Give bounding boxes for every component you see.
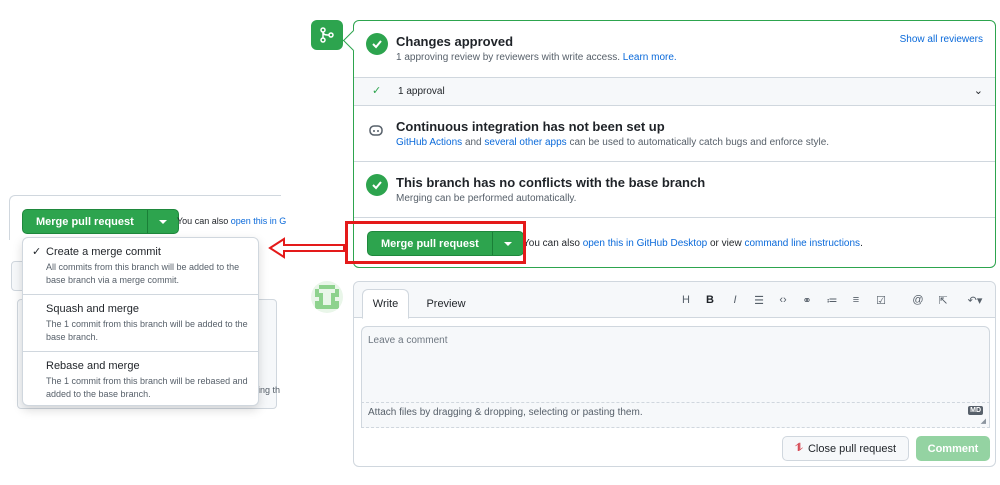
- avatar: [311, 281, 343, 313]
- annotation-highlight: [345, 221, 526, 264]
- check-icon: ✓: [372, 85, 382, 97]
- ci-robot-icon: [368, 122, 386, 140]
- comment-placeholder: Leave a comment: [368, 335, 448, 346]
- git-pull-request-closed-icon: ⥮: [794, 442, 803, 454]
- can-also-text-left: You can also open this in G: [177, 216, 287, 226]
- attach-files-bar[interactable]: Attach files by dragging & dropping, sel…: [361, 402, 990, 424]
- ordered-list-icon[interactable]: ≡: [849, 294, 863, 306]
- menu-item-rebase[interactable]: Rebase and merge The 1 commit from this …: [23, 352, 258, 407]
- ci-title: Continuous integration has not been set …: [396, 119, 665, 134]
- ci-subtitle: GitHub Actions and several other apps ca…: [396, 137, 830, 148]
- check-circle-icon: [366, 33, 388, 55]
- merge-method-menu: ✓ Create a merge commit All commits from…: [22, 237, 259, 406]
- comment-button[interactable]: Comment: [916, 436, 990, 461]
- approved-title: Changes approved: [396, 34, 514, 49]
- mention-icon[interactable]: @: [911, 294, 925, 306]
- approval-toggle-row[interactable]: ✓ 1 approval ⌄: [354, 78, 995, 106]
- menu-item-description: The 1 commit from this branch will be re…: [46, 376, 248, 399]
- chevron-down-icon[interactable]: [148, 210, 178, 233]
- menu-item-description: The 1 commit from this branch will be ad…: [46, 319, 248, 342]
- chevron-down-icon[interactable]: ⌄: [974, 84, 983, 97]
- cut-text: ing th: [258, 385, 281, 395]
- approval-count: 1 approval: [398, 86, 445, 97]
- attach-files-text: Attach files by dragging & dropping, sel…: [368, 407, 643, 418]
- learn-more-link[interactable]: Learn more.: [623, 52, 677, 63]
- merge-pull-request-button-left[interactable]: Merge pull request: [22, 209, 179, 234]
- ci-section: Continuous integration has not been set …: [354, 106, 995, 162]
- git-merge-icon: [311, 20, 343, 50]
- show-all-reviewers-link[interactable]: Show all reviewers: [900, 34, 983, 45]
- heading-icon[interactable]: H: [679, 294, 693, 306]
- conflicts-title: This branch has no conflicts with the ba…: [396, 175, 706, 190]
- menu-item-merge-commit[interactable]: ✓ Create a merge commit All commits from…: [23, 238, 258, 295]
- menu-item-title: Create a merge commit: [46, 246, 161, 258]
- conflicts-section: This branch has no conflicts with the ba…: [354, 162, 995, 218]
- quote-icon[interactable]: ☰: [752, 294, 766, 307]
- close-pull-request-button[interactable]: ⥮ Close pull request: [782, 436, 909, 461]
- merge-alternatives-text: You can also open this in GitHub Desktop…: [523, 238, 863, 249]
- approved-subtitle: 1 approving review by reviewers with wri…: [396, 52, 677, 63]
- markdown-icon: MD: [968, 406, 983, 415]
- open-desktop-link-left[interactable]: open this in G: [231, 216, 287, 226]
- comment-tabs: Write Preview H B I ☰ ‹› ⚭ ≔ ≡ ☑ @ ⇱ ↶▾: [354, 282, 995, 319]
- check-circle-icon: [366, 174, 388, 196]
- conflicts-subtitle: Merging can be performed automatically.: [396, 193, 577, 204]
- tab-preview[interactable]: Preview: [416, 289, 476, 319]
- reference-icon[interactable]: ⇱: [936, 294, 950, 307]
- menu-item-description: All commits from this branch will be add…: [46, 262, 240, 285]
- reply-icon[interactable]: ↶▾: [964, 294, 986, 307]
- menu-item-squash[interactable]: Squash and merge The 1 commit from this …: [23, 295, 258, 352]
- menu-item-title: Squash and merge: [46, 303, 139, 315]
- link-icon[interactable]: ⚭: [800, 294, 814, 307]
- comment-box: Write Preview H B I ☰ ‹› ⚭ ≔ ≡ ☑ @ ⇱ ↶▾ …: [353, 281, 996, 467]
- check-icon: ✓: [32, 246, 42, 258]
- several-apps-link[interactable]: several other apps: [484, 137, 566, 148]
- approval-section: Changes approved 1 approving review by r…: [354, 21, 995, 78]
- cli-instructions-link[interactable]: command line instructions: [744, 238, 860, 249]
- tasklist-icon[interactable]: ☑: [874, 294, 888, 307]
- tab-write[interactable]: Write: [362, 289, 409, 319]
- annotation-arrow: [268, 237, 345, 259]
- github-actions-link[interactable]: GitHub Actions: [396, 137, 462, 148]
- menu-item-title: Rebase and merge: [46, 360, 140, 372]
- unordered-list-icon[interactable]: ≔: [825, 294, 839, 307]
- italic-icon[interactable]: I: [728, 294, 742, 306]
- open-desktop-link[interactable]: open this in GitHub Desktop: [583, 238, 708, 249]
- merge-button-label: Merge pull request: [23, 210, 148, 233]
- code-icon[interactable]: ‹›: [776, 294, 790, 306]
- bold-icon[interactable]: B: [703, 294, 717, 306]
